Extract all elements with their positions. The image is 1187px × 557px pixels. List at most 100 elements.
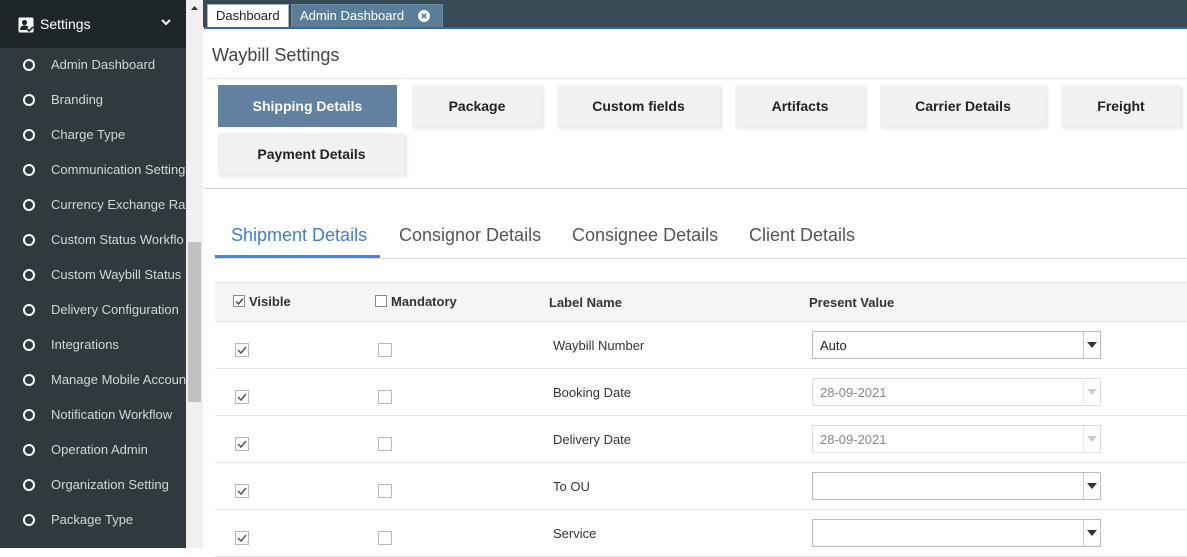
circle-icon <box>23 304 35 316</box>
sidebar-item-label: Communication Setting <box>51 162 186 177</box>
divider <box>204 78 1187 79</box>
sidebar-scrollbar[interactable] <box>186 0 203 548</box>
dropdown-button[interactable] <box>1083 332 1100 358</box>
select-value: 28-09-2021 <box>820 432 887 447</box>
circle-icon <box>23 129 35 141</box>
subtab-consignee-details[interactable]: Consignee Details <box>572 225 718 246</box>
sidebar-item-delivery-configuration[interactable]: Delivery Configuration <box>0 293 186 328</box>
tab-admin-dashboard-label: Admin Dashboard <box>300 8 405 23</box>
sidebar-item-integrations[interactable]: Integrations <box>0 328 186 363</box>
section-tab-carrier-details[interactable]: Carrier Details <box>880 85 1046 127</box>
sidebar-item-label: Organization Setting <box>51 477 169 492</box>
sidebar: Settings Admin Dashboard Branding Charge… <box>0 0 186 548</box>
present-value-select[interactable] <box>812 472 1101 500</box>
sidebar-item-custom-waybill-status[interactable]: Custom Waybill Status <box>0 258 186 293</box>
section-tab-custom-fields[interactable]: Custom fields <box>557 85 720 127</box>
sidebar-item-label: Branding <box>51 92 104 107</box>
visible-checkbox[interactable] <box>235 390 249 404</box>
sidebar-item-label: Manage Mobile Accoun <box>51 372 186 387</box>
sidebar-item-notification-workflow[interactable]: Notification Workflow <box>0 398 186 433</box>
sidebar-item-organization-setting[interactable]: Organization Setting <box>0 468 186 503</box>
row-label: Waybill Number <box>553 338 645 353</box>
present-value-select: 28-09-2021 <box>812 425 1101 453</box>
sidebar-header[interactable]: Settings <box>0 0 186 48</box>
visible-checkbox[interactable] <box>235 484 249 498</box>
sidebar-item-package-type[interactable]: Package Type <box>0 503 186 538</box>
row-label: Delivery Date <box>553 432 632 447</box>
main-content: Waybill Settings Shipping Details Packag… <box>204 27 1187 557</box>
mandatory-all-checkbox[interactable] <box>375 295 387 307</box>
select-value: Auto <box>820 338 847 353</box>
section-tab-label: Payment Details <box>257 146 366 162</box>
sidebar-item-branding[interactable]: Branding <box>0 83 186 118</box>
section-tab-label: Custom fields <box>592 98 685 114</box>
row-label: Service <box>553 526 597 541</box>
sidebar-item-communication-setting[interactable]: Communication Setting <box>0 153 186 188</box>
sidebar-item-custom-status-workflow[interactable]: Custom Status Workflo <box>0 223 186 258</box>
mandatory-checkbox[interactable] <box>378 343 392 357</box>
chevron-down-icon <box>1087 389 1097 395</box>
tab-dashboard-label: Dashboard <box>216 8 280 23</box>
circle-icon <box>23 269 35 281</box>
section-tab-label: Carrier Details <box>915 98 1011 114</box>
present-value-select[interactable]: Auto <box>812 331 1101 359</box>
sidebar-item-currency-exchange-rate[interactable]: Currency Exchange Rat <box>0 188 186 223</box>
mandatory-checkbox[interactable] <box>378 484 392 498</box>
visible-checkbox[interactable] <box>235 437 249 451</box>
sidebar-title: Settings <box>40 16 91 32</box>
sidebar-item-label: Package Type <box>51 512 134 527</box>
circle-icon <box>23 374 35 386</box>
subtab-shipment-details[interactable]: Shipment Details <box>231 225 367 246</box>
mandatory-checkbox[interactable] <box>378 390 392 404</box>
circle-icon <box>23 199 35 211</box>
sidebar-item-label: Integrations <box>51 337 119 352</box>
table-header: Visible Mandatory Label Name Present Val… <box>215 282 1187 322</box>
row-label: To OU <box>553 479 590 494</box>
table-row: Delivery Date 28-09-2021 <box>215 415 1187 463</box>
visible-checkbox[interactable] <box>235 343 249 357</box>
section-tab-artifacts[interactable]: Artifacts <box>735 85 865 127</box>
check-icon <box>237 487 247 496</box>
close-tab-icon[interactable] <box>418 10 430 22</box>
sidebar-item-label: Custom Status Workflo <box>51 232 184 247</box>
circle-icon <box>23 514 35 526</box>
subtab-client-details[interactable]: Client Details <box>749 225 855 246</box>
sidebar-item-label: Admin Dashboard <box>51 57 156 72</box>
check-icon <box>235 298 244 306</box>
sidebar-item-label: Charge Type <box>51 127 126 142</box>
dropdown-button[interactable] <box>1083 473 1100 499</box>
dropdown-button <box>1083 379 1100 405</box>
circle-icon <box>23 339 35 351</box>
circle-icon <box>23 94 35 106</box>
page-title: Waybill Settings <box>212 45 340 65</box>
scrollbar-thumb[interactable] <box>188 242 201 402</box>
scroll-up-arrow-icon[interactable] <box>186 0 203 17</box>
section-tab-payment-details[interactable]: Payment Details <box>218 133 405 175</box>
sidebar-item-label: Operation Admin <box>51 442 148 457</box>
tab-dashboard[interactable]: Dashboard <box>207 4 289 27</box>
sidebar-item-charge-type[interactable]: Charge Type <box>0 118 186 153</box>
subtab-consignor-details[interactable]: Consignor Details <box>399 225 541 246</box>
mandatory-checkbox[interactable] <box>378 437 392 451</box>
circle-icon <box>23 444 35 456</box>
sidebar-item-label: Custom Waybill Status <box>51 267 182 282</box>
column-header-visible: Visible <box>249 294 291 309</box>
visible-checkbox[interactable] <box>235 531 249 545</box>
sidebar-item-admin-dashboard[interactable]: Admin Dashboard <box>0 48 186 83</box>
sidebar-item-manage-mobile-accounts[interactable]: Manage Mobile Accoun <box>0 363 186 398</box>
mandatory-checkbox[interactable] <box>378 531 392 545</box>
section-tab-shipping-details[interactable]: Shipping Details <box>218 85 397 127</box>
tab-admin-dashboard[interactable]: Admin Dashboard <box>291 4 443 27</box>
circle-icon <box>23 59 35 71</box>
chevron-down-icon[interactable] <box>160 16 172 28</box>
present-value-select[interactable] <box>812 519 1101 547</box>
dropdown-button[interactable] <box>1083 520 1100 546</box>
present-value-select: 28-09-2021 <box>812 378 1101 406</box>
select-value: 28-09-2021 <box>820 385 887 400</box>
section-tab-package[interactable]: Package <box>412 85 542 127</box>
column-header-label-name: Label Name <box>549 295 622 310</box>
section-tab-freight[interactable]: Freight <box>1061 85 1181 127</box>
sidebar-item-operation-admin[interactable]: Operation Admin <box>0 433 186 468</box>
check-icon <box>237 393 247 402</box>
visible-all-checkbox[interactable] <box>233 295 245 307</box>
